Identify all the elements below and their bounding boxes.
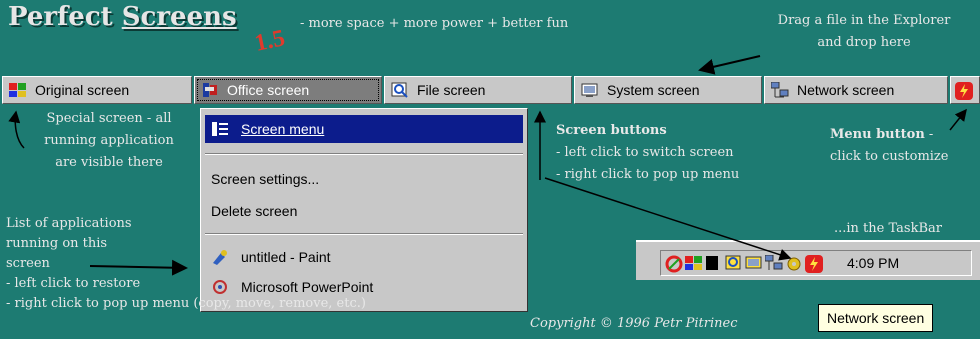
annotation-arrows xyxy=(8,55,967,276)
arrow-special-screen xyxy=(8,110,25,149)
arrow-app-list xyxy=(89,259,188,276)
arrow-menu-button xyxy=(949,108,967,131)
arrow-drop-hint xyxy=(698,55,761,75)
arrow-screen-buttons-down xyxy=(544,177,792,261)
